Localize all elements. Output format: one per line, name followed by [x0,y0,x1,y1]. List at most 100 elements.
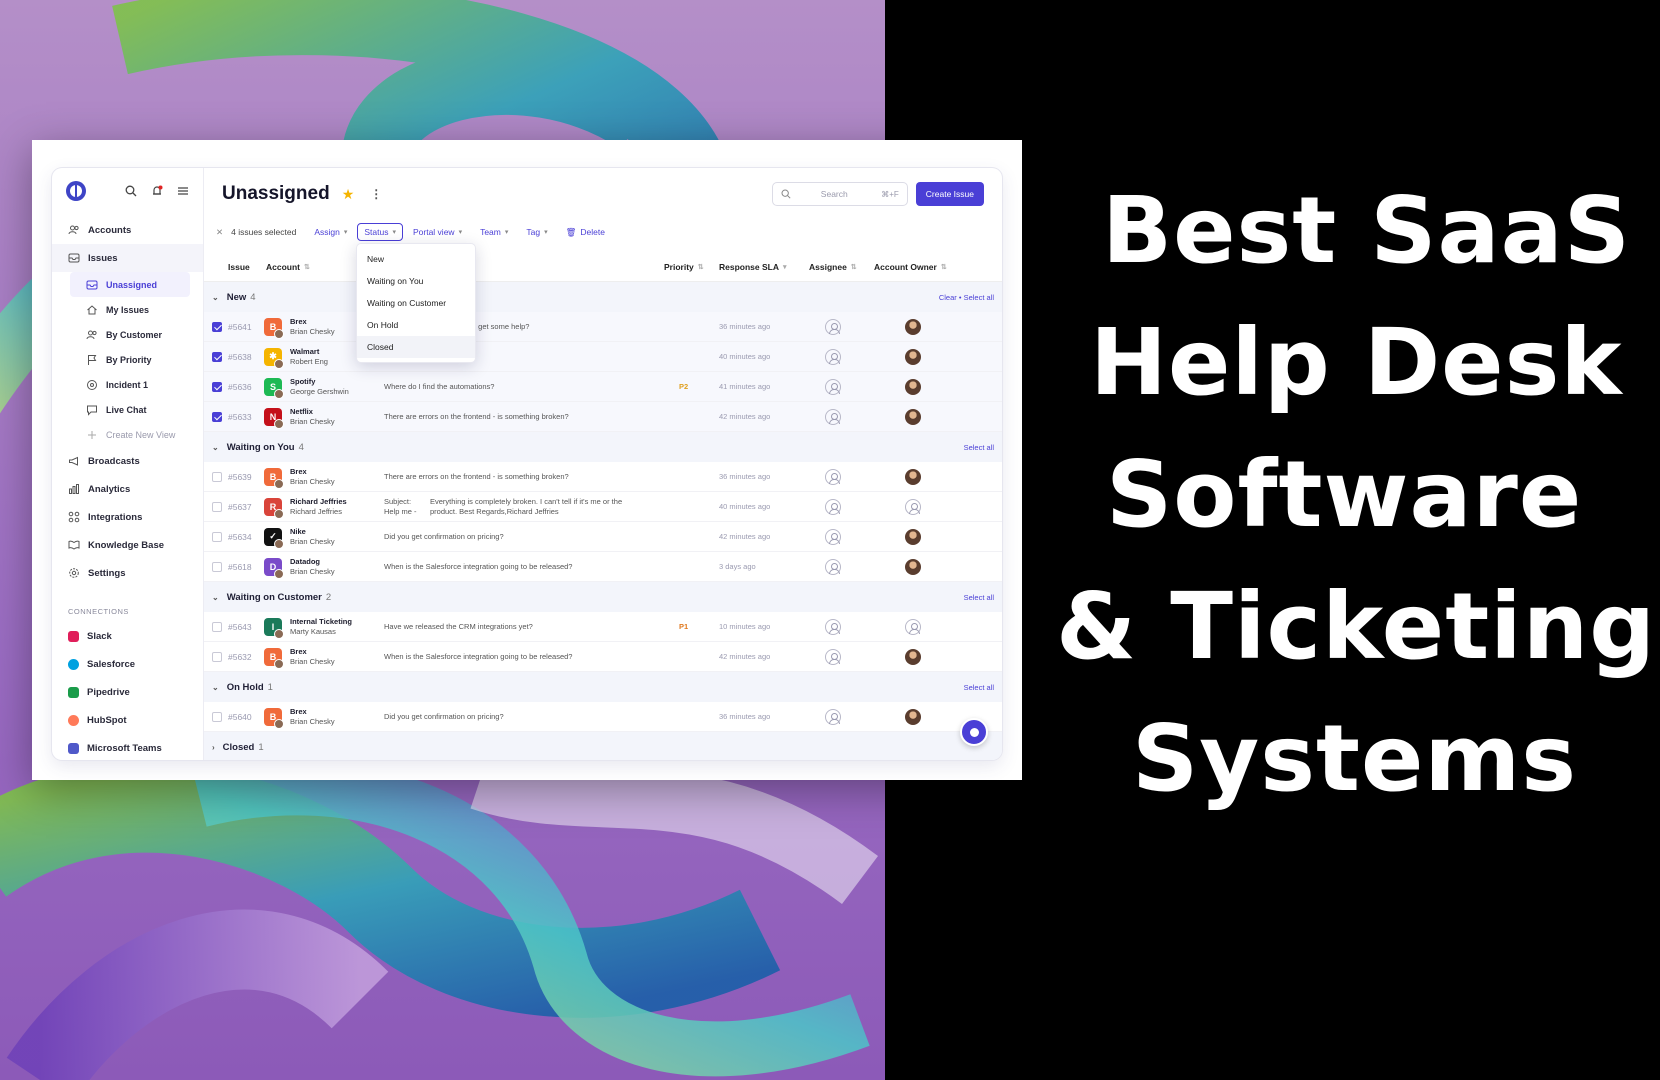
issue-subject[interactable]: Have we released the CRM integrations ye… [384,622,533,631]
status-option-new[interactable]: New [357,248,475,270]
bell-icon[interactable] [151,185,163,197]
sidebar-item-knowledge-base[interactable]: Knowledge Base [52,531,203,559]
clear-link[interactable]: Clear [939,293,957,302]
table-row[interactable]: #5643 I Internal Ticketing Marty Kausas Have… [204,612,1002,642]
account-name[interactable]: Brex [290,467,335,477]
issue-subject[interactable]: There are errors on the frontend - is so… [384,472,569,481]
column-account[interactable]: Account ⇅ [266,262,310,272]
chat-widget-button[interactable] [960,718,988,746]
chevron-down-icon[interactable]: ⌄ [212,443,219,452]
group-header[interactable]: ⌄ Waiting on Customer 2 Select all [204,582,1002,612]
account-name[interactable]: Walmart [290,347,328,357]
issue-subject[interactable]: When is the Salesforce integration going… [384,652,572,661]
row-checkbox[interactable] [212,381,222,392]
account-owner-avatar[interactable] [905,618,921,635]
issue-id[interactable]: #5634 [228,532,252,542]
assignee-avatar-icon[interactable] [825,408,841,425]
issue-id[interactable]: #5638 [228,352,252,362]
issue-subject[interactable]: There are errors on the frontend - is so… [384,412,569,421]
sidebar-view-unassigned[interactable]: Unassigned [70,272,190,297]
assignee-avatar-icon[interactable] [825,498,841,515]
account-owner-avatar[interactable] [905,498,921,515]
account-owner-avatar[interactable] [905,378,921,395]
column-account-owner[interactable]: Account Owner ⇅ [874,262,947,272]
sidebar-connection-microsoft-teams[interactable]: Microsoft Teams [52,734,203,760]
row-checkbox[interactable] [212,651,222,662]
row-checkbox[interactable] [212,321,222,332]
status-option-waiting-on-you[interactable]: Waiting on You [357,270,475,292]
account-name[interactable]: Richard Jeffries [290,497,347,507]
assignee-avatar-icon[interactable] [825,318,841,335]
account-name[interactable]: Brex [290,647,335,657]
table-row[interactable]: #5638 ✱ Walmart Robert Eng 40 minutes ago [204,342,1002,372]
assignee-avatar-icon[interactable] [825,618,841,635]
team-button[interactable]: Team ▾ [480,227,508,237]
column-issue[interactable]: Issue [228,262,250,272]
app-logo-icon[interactable] [66,181,86,201]
select-all-link[interactable]: Select all [964,683,994,692]
account-name[interactable]: Spotify [290,377,349,387]
sidebar-view-incident-1[interactable]: Incident 1 [52,372,203,397]
column-response-sla[interactable]: Response SLA ▾ [719,262,787,272]
row-checkbox[interactable] [212,531,222,542]
table-row[interactable]: #5633 N Netflix Brian Chesky There are error… [204,402,1002,432]
sidebar-item-broadcasts[interactable]: Broadcasts [52,447,203,475]
sidebar-item-integrations[interactable]: Integrations [52,503,203,531]
sidebar-connection-salesforce[interactable]: Salesforce [52,650,203,678]
account-owner-avatar[interactable] [905,408,921,425]
table-row[interactable]: #5641 B Brex Brian Chesky I get some help? 36… [204,312,1002,342]
sidebar-item-accounts[interactable]: Accounts [52,216,203,244]
account-name[interactable]: Nike [290,527,335,537]
assignee-avatar-icon[interactable] [825,348,841,365]
group-header[interactable]: › Closed 1 [204,732,1002,760]
status-button[interactable]: Status ▾ [357,223,403,241]
issue-subject[interactable]: I get some help? [474,322,529,331]
sidebar-view-live-chat[interactable]: Live Chat [52,397,203,422]
status-option-closed[interactable]: Closed [357,336,475,358]
table-row[interactable]: #5618 D Datadog Brian Chesky When is the Sal… [204,552,1002,582]
assignee-avatar-icon[interactable] [825,648,841,665]
issue-subject[interactable]: Did you get confirmation on pricing? [384,532,504,541]
chevron-right-icon[interactable]: › [212,743,215,752]
issue-id[interactable]: #5637 [228,502,252,512]
account-owner-avatar[interactable] [905,348,921,365]
account-name[interactable]: Brex [290,317,335,327]
issue-id[interactable]: #5632 [228,652,252,662]
row-checkbox[interactable] [212,351,222,362]
issue-subject[interactable]: Subject: Everything is completely broken.… [384,497,622,517]
group-header[interactable]: ⌄ New 4 Clear • Select all [204,282,1002,312]
chevron-down-icon[interactable]: ⌄ [212,683,219,692]
delete-button[interactable]: 🗑 Delete [566,227,605,238]
row-checkbox[interactable] [212,501,222,512]
issue-id[interactable]: #5643 [228,622,252,632]
search-input[interactable]: Search ⌘+F [771,182,908,206]
account-owner-avatar[interactable] [905,708,921,725]
row-checkbox[interactable] [212,621,222,632]
issue-subject[interactable]: Where do I find the automations? [384,382,494,391]
sidebar-connection-pipedrive[interactable]: Pipedrive [52,678,203,706]
sidebar-view-my-issues[interactable]: My Issues [52,297,203,322]
row-checkbox[interactable] [212,471,222,482]
sidebar-connection-slack[interactable]: Slack [52,622,203,650]
sidebar-item-settings[interactable]: Settings [52,559,203,587]
assignee-avatar-icon[interactable] [825,558,841,575]
select-all-link[interactable]: Select all [964,593,994,602]
assignee-avatar-icon[interactable] [825,528,841,545]
account-owner-avatar[interactable] [905,528,921,545]
more-options-icon[interactable]: ⋮ [370,187,382,201]
issue-id[interactable]: #5640 [228,712,252,722]
table-row[interactable]: #5640 B Brex Brian Chesky Did you get confir… [204,702,1002,732]
account-name[interactable]: Datadog [290,557,335,567]
star-icon[interactable]: ★ [342,186,355,203]
sidebar-connection-hubspot[interactable]: HubSpot [52,706,203,734]
search-icon[interactable] [125,185,137,197]
account-owner-avatar[interactable] [905,318,921,335]
issue-subject[interactable]: Did you get confirmation on pricing? [384,712,504,721]
account-name[interactable]: Brex [290,707,335,717]
account-owner-avatar[interactable] [905,648,921,665]
table-row[interactable]: #5636 S Spotify George Gershwin Where do I f… [204,372,1002,402]
row-checkbox[interactable] [212,561,222,572]
column-assignee[interactable]: Assignee ⇅ [809,262,857,272]
clear-selection-icon[interactable]: ✕ [216,227,223,238]
sidebar-view-by-priority[interactable]: By Priority [52,347,203,372]
